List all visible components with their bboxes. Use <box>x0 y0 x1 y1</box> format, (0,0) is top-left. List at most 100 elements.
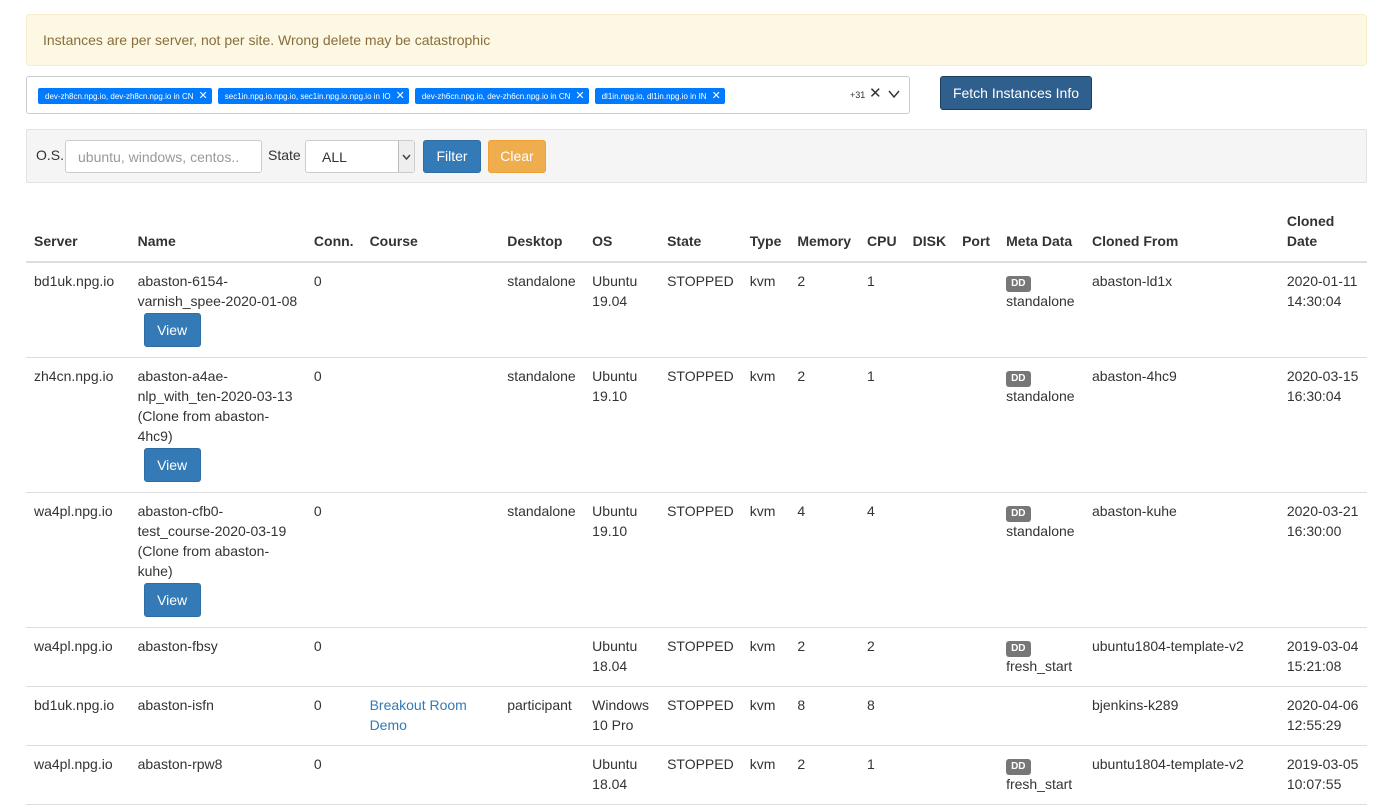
meta-value: standalone <box>1006 293 1075 309</box>
header-conn[interactable]: Conn. <box>305 206 362 263</box>
cell-memory: 4 <box>789 492 860 628</box>
cell-conn: 0 <box>305 686 362 746</box>
cell-course <box>361 745 500 805</box>
cell-type: kvm <box>741 745 790 805</box>
cell-server: wa4pl.npg.io <box>26 745 130 805</box>
header-desktop[interactable]: Desktop <box>499 206 585 263</box>
site-tag: dev-zh8cn.npg.io, dev-zh8cn.npg.io in CN… <box>38 88 212 104</box>
table-header-row: Server Name Conn. Course Desktop OS Stat… <box>26 206 1367 263</box>
header-cloned-from[interactable]: Cloned From <box>1083 206 1279 263</box>
site-multiselect[interactable]: dev-zh8cn.npg.io, dev-zh8cn.npg.io in CN… <box>26 76 910 114</box>
cell-memory: 8 <box>789 686 860 746</box>
meta-badge: DD <box>1006 276 1031 292</box>
cell-course: Breakout Room Demo <box>361 686 500 746</box>
course-link[interactable]: Breakout Room Demo <box>370 697 467 733</box>
cell-cloned-from: abaston-ld1x <box>1083 262 1279 358</box>
cell-conn: 0 <box>305 745 362 805</box>
cell-course <box>361 262 500 358</box>
filter-button[interactable]: Filter <box>423 140 481 173</box>
header-memory[interactable]: Memory <box>789 206 860 263</box>
cell-cloned-from: bjenkins-k289 <box>1083 686 1279 746</box>
cell-type: kvm <box>741 627 790 687</box>
cell-disk <box>904 262 955 358</box>
cell-cpu: 1 <box>859 262 905 358</box>
cell-disk <box>904 627 955 687</box>
close-icon[interactable]: ✕ <box>712 89 721 103</box>
cell-name: abaston-rpw8 <box>129 745 306 805</box>
cell-cpu: 1 <box>859 357 905 493</box>
cell-cloned-date: 2020-03-21 16:30:00 <box>1278 492 1367 628</box>
site-tag-label: dev-zh6cn.npg.io, dev-zh6cn.npg.io in CN <box>421 91 571 101</box>
cell-port <box>954 492 999 628</box>
cell-server: wa4pl.npg.io <box>26 492 130 628</box>
cell-desktop: standalone <box>499 262 585 358</box>
cell-port <box>954 627 999 687</box>
view-button[interactable]: View <box>143 313 201 347</box>
cell-disk <box>904 357 955 493</box>
cell-os: Ubuntu 18.04 <box>584 627 660 687</box>
header-port[interactable]: Port <box>954 206 999 263</box>
cell-os: Ubuntu 19.10 <box>584 492 660 628</box>
cell-cpu: 2 <box>859 627 905 687</box>
cell-memory: 2 <box>789 262 860 358</box>
cell-desktop: participant <box>499 686 585 746</box>
cell-course <box>361 627 500 687</box>
header-name[interactable]: Name <box>129 206 306 263</box>
cell-cloned-date: 2020-04-06 12:55:29 <box>1278 686 1367 746</box>
view-button[interactable]: View <box>143 583 201 617</box>
header-course[interactable]: Course <box>361 206 500 263</box>
header-disk[interactable]: DISK <box>904 206 955 263</box>
state-select[interactable]: ALL <box>305 140 415 173</box>
instance-name: abaston-rpw8 <box>137 756 223 772</box>
table-row: zh4cn.npg.io abaston-a4ae-nlp_with_ten-2… <box>26 357 1367 493</box>
instances-table: Server Name Conn. Course Desktop OS Stat… <box>26 206 1367 805</box>
cell-port <box>954 686 999 746</box>
meta-badge: DD <box>1006 371 1031 387</box>
header-state[interactable]: State <box>659 206 742 263</box>
more-tags-count: +31 <box>850 90 866 100</box>
cell-conn: 0 <box>305 357 362 493</box>
chevron-down-icon[interactable] <box>887 87 901 101</box>
close-icon[interactable]: ✕ <box>575 89 584 103</box>
cell-state: STOPPED <box>659 492 742 628</box>
header-cpu[interactable]: CPU <box>859 206 905 263</box>
instance-name: abaston-a4ae-nlp_with_ten-2020-03-13 (Cl… <box>137 368 293 444</box>
site-tag-label: dev-zh8cn.npg.io, dev-zh8cn.npg.io in CN <box>45 91 194 101</box>
cell-name: abaston-cfb0-test_course-2020-03-19 (Clo… <box>129 492 306 628</box>
view-button[interactable]: View <box>143 448 201 482</box>
warning-alert: Instances are per server, not per site. … <box>26 14 1367 66</box>
clear-all-close-icon[interactable]: ✕ <box>869 85 882 103</box>
close-icon[interactable]: ✕ <box>199 89 208 103</box>
meta-badge: DD <box>1006 506 1031 522</box>
instance-name: abaston-6154-varnish_spee-2020-01-08 <box>137 273 298 309</box>
header-cloned-date[interactable]: Cloned Date <box>1278 206 1367 263</box>
cell-meta-data: DD fresh_start <box>998 627 1084 687</box>
cell-disk <box>904 745 955 805</box>
cell-server: zh4cn.npg.io <box>26 357 130 493</box>
cell-server: bd1uk.npg.io <box>26 686 130 746</box>
table-row: wa4pl.npg.io abaston-rpw8 0 Ubuntu 18.04… <box>26 745 1367 805</box>
table-row: bd1uk.npg.io abaston-isfn 0 Breakout Roo… <box>26 686 1367 746</box>
os-input[interactable] <box>65 140 262 173</box>
site-tag-label: sec1in.npg.io.npg.io, sec1in.npg.io.npg.… <box>224 91 391 101</box>
cell-memory: 2 <box>789 357 860 493</box>
site-tag-label: dl1in.npg.io, dl1in.npg.io in IN <box>601 91 707 101</box>
header-type[interactable]: Type <box>741 206 790 263</box>
meta-badge: DD <box>1006 759 1031 775</box>
fetch-instances-button[interactable]: Fetch Instances Info <box>940 76 1092 110</box>
cell-conn: 0 <box>305 262 362 358</box>
close-icon[interactable]: ✕ <box>396 89 405 103</box>
cell-conn: 0 <box>305 492 362 628</box>
table-row: bd1uk.npg.io abaston-6154-varnish_spee-2… <box>26 262 1367 358</box>
header-meta-data[interactable]: Meta Data <box>998 206 1084 263</box>
cell-course <box>361 357 500 493</box>
cell-disk <box>904 492 955 628</box>
cell-disk <box>904 686 955 746</box>
header-server[interactable]: Server <box>26 206 130 263</box>
cell-name: abaston-fbsy <box>129 627 306 687</box>
header-os[interactable]: OS <box>584 206 660 263</box>
cell-cpu: 4 <box>859 492 905 628</box>
cell-course <box>361 492 500 628</box>
cell-desktop: standalone <box>499 357 585 493</box>
clear-button[interactable]: Clear <box>488 140 546 173</box>
